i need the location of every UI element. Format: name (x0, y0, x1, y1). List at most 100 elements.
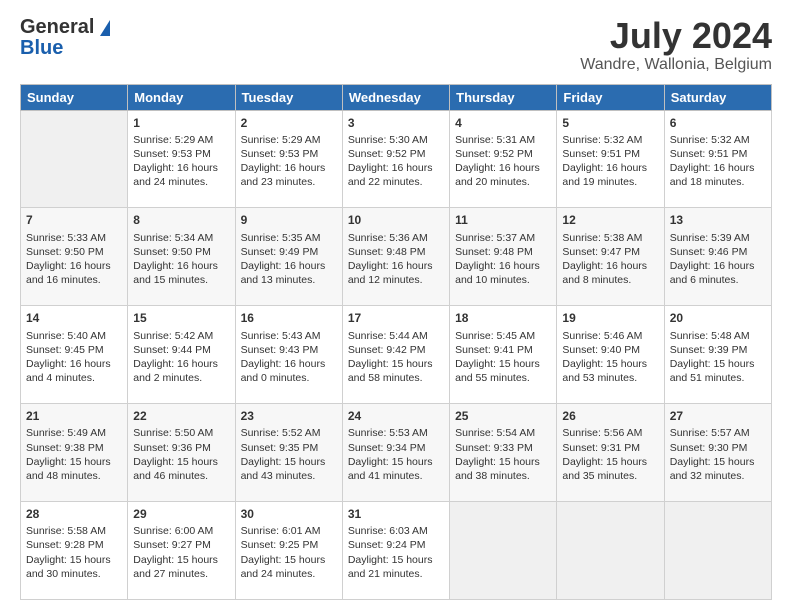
cell-content: and 41 minutes. (348, 469, 444, 483)
header: General Blue July 2024 Wandre, Wallonia,… (20, 16, 772, 74)
day-number: 17 (348, 310, 444, 326)
cell-content: and 21 minutes. (348, 567, 444, 581)
cell-content: Sunrise: 5:44 AM (348, 329, 444, 343)
cell-content: and 2 minutes. (133, 371, 229, 385)
logo-wrapper: General (20, 16, 110, 39)
cell-content: Sunset: 9:52 PM (455, 147, 551, 161)
cell-content: Sunset: 9:48 PM (455, 245, 551, 259)
day-number: 6 (670, 115, 766, 131)
cell-content: Sunset: 9:28 PM (26, 538, 122, 552)
day-number: 10 (348, 212, 444, 228)
cell-content: Sunset: 9:45 PM (26, 343, 122, 357)
logo-icon (100, 20, 110, 36)
calendar: Sunday Monday Tuesday Wednesday Thursday… (20, 84, 772, 600)
table-row: 28Sunrise: 5:58 AMSunset: 9:28 PMDayligh… (21, 502, 128, 600)
col-friday: Friday (557, 84, 664, 110)
cell-content: Sunset: 9:35 PM (241, 441, 337, 455)
table-row: 18Sunrise: 5:45 AMSunset: 9:41 PMDayligh… (450, 306, 557, 404)
day-number: 13 (670, 212, 766, 228)
cell-content: Sunrise: 5:32 AM (670, 133, 766, 147)
day-number: 8 (133, 212, 229, 228)
cell-content: Daylight: 15 hours (26, 553, 122, 567)
cell-content: Sunset: 9:43 PM (241, 343, 337, 357)
table-row: 12Sunrise: 5:38 AMSunset: 9:47 PMDayligh… (557, 208, 664, 306)
cell-content: and 24 minutes. (241, 567, 337, 581)
table-row: 14Sunrise: 5:40 AMSunset: 9:45 PMDayligh… (21, 306, 128, 404)
table-row: 23Sunrise: 5:52 AMSunset: 9:35 PMDayligh… (235, 404, 342, 502)
cell-content: Sunrise: 5:56 AM (562, 426, 658, 440)
day-number: 3 (348, 115, 444, 131)
table-row: 4Sunrise: 5:31 AMSunset: 9:52 PMDaylight… (450, 110, 557, 208)
cell-content: Sunrise: 6:01 AM (241, 524, 337, 538)
cell-content: and 16 minutes. (26, 273, 122, 287)
calendar-header-row: Sunday Monday Tuesday Wednesday Thursday… (21, 84, 772, 110)
cell-content: Daylight: 15 hours (241, 455, 337, 469)
cell-content: Sunrise: 5:57 AM (670, 426, 766, 440)
cell-content: and 46 minutes. (133, 469, 229, 483)
day-number: 31 (348, 506, 444, 522)
cell-content: Sunset: 9:46 PM (670, 245, 766, 259)
cell-content: and 8 minutes. (562, 273, 658, 287)
cell-content: Daylight: 15 hours (348, 455, 444, 469)
table-row: 2Sunrise: 5:29 AMSunset: 9:53 PMDaylight… (235, 110, 342, 208)
cell-content: Sunset: 9:34 PM (348, 441, 444, 455)
cell-content: Daylight: 16 hours (670, 259, 766, 273)
cell-content: Sunset: 9:47 PM (562, 245, 658, 259)
cell-content: Daylight: 16 hours (348, 259, 444, 273)
day-number: 7 (26, 212, 122, 228)
cell-content: Daylight: 16 hours (455, 161, 551, 175)
cell-content: Sunrise: 5:35 AM (241, 231, 337, 245)
cell-content: and 32 minutes. (670, 469, 766, 483)
table-row: 10Sunrise: 5:36 AMSunset: 9:48 PMDayligh… (342, 208, 449, 306)
day-number: 1 (133, 115, 229, 131)
cell-content: and 10 minutes. (455, 273, 551, 287)
cell-content: Sunset: 9:53 PM (241, 147, 337, 161)
cell-content: Sunrise: 5:33 AM (26, 231, 122, 245)
table-row: 24 Sunrise: 5:53 AMSunset: 9:34 PMDayligh… (342, 404, 449, 502)
cell-content: Sunrise: 5:50 AM (133, 426, 229, 440)
cell-content: Sunset: 9:36 PM (133, 441, 229, 455)
cell-content: Sunrise: 5:53 AM (348, 426, 444, 440)
cell-content: Sunset: 9:53 PM (133, 147, 229, 161)
cell-content: Sunset: 9:50 PM (26, 245, 122, 259)
cell-content: Sunset: 9:51 PM (562, 147, 658, 161)
table-row (450, 502, 557, 600)
cell-content: Daylight: 16 hours (670, 161, 766, 175)
cell-content: Sunrise: 5:49 AM (26, 426, 122, 440)
day-number: 12 (562, 212, 658, 228)
day-number: 26 (562, 408, 658, 424)
cell-content: Daylight: 15 hours (455, 357, 551, 371)
cell-content: Sunrise: 5:52 AM (241, 426, 337, 440)
cell-content: Daylight: 15 hours (133, 455, 229, 469)
table-row: 29Sunrise: 6:00 AMSunset: 9:27 PMDayligh… (128, 502, 235, 600)
cell-content: Sunrise: 5:31 AM (455, 133, 551, 147)
cell-content: Daylight: 16 hours (241, 357, 337, 371)
cell-content: Sunset: 9:38 PM (26, 441, 122, 455)
cell-content: and 43 minutes. (241, 469, 337, 483)
cell-content: Daylight: 15 hours (670, 357, 766, 371)
page: General Blue July 2024 Wandre, Wallonia,… (0, 0, 792, 612)
day-number: 24 (348, 408, 444, 424)
table-row: 25Sunrise: 5:54 AMSunset: 9:33 PMDayligh… (450, 404, 557, 502)
cell-content: Sunrise: 5:36 AM (348, 231, 444, 245)
cell-content: Sunset: 9:52 PM (348, 147, 444, 161)
cell-content: and 0 minutes. (241, 371, 337, 385)
cell-content: Sunset: 9:39 PM (670, 343, 766, 357)
cell-content: and 13 minutes. (241, 273, 337, 287)
cell-content: Sunset: 9:44 PM (133, 343, 229, 357)
cell-content: and 15 minutes. (133, 273, 229, 287)
table-row: 20Sunrise: 5:48 AMSunset: 9:39 PMDayligh… (664, 306, 771, 404)
col-wednesday: Wednesday (342, 84, 449, 110)
cell-content: and 27 minutes. (133, 567, 229, 581)
table-row (664, 502, 771, 600)
cell-content: Daylight: 15 hours (455, 455, 551, 469)
day-number: 5 (562, 115, 658, 131)
cell-content: Sunrise: 5:46 AM (562, 329, 658, 343)
table-row: 22Sunrise: 5:50 AMSunset: 9:36 PMDayligh… (128, 404, 235, 502)
cell-content: Daylight: 15 hours (26, 455, 122, 469)
cell-content: Sunrise: 5:39 AM (670, 231, 766, 245)
table-row: 8Sunrise: 5:34 AMSunset: 9:50 PMDaylight… (128, 208, 235, 306)
cell-content: Sunrise: 5:40 AM (26, 329, 122, 343)
cell-content: Daylight: 16 hours (348, 161, 444, 175)
cell-content: and 6 minutes. (670, 273, 766, 287)
